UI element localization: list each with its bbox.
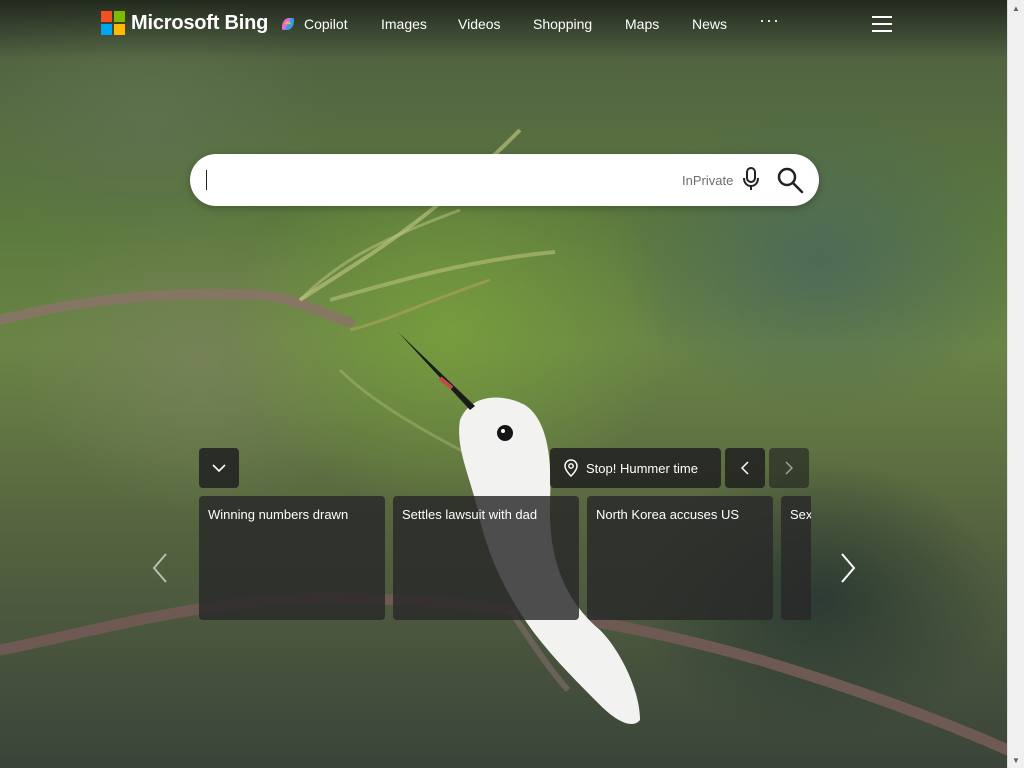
news-card-title: Settles lawsuit with dad xyxy=(402,507,538,522)
vertical-scrollbar[interactable]: ▲ ▼ xyxy=(1007,0,1024,768)
scroll-down-arrow-icon[interactable]: ▼ xyxy=(1008,752,1024,768)
carousel-next-icon[interactable] xyxy=(836,551,860,585)
more-options-icon[interactable]: ··· xyxy=(759,10,780,31)
news-card[interactable]: Winning numbers drawn xyxy=(199,496,385,620)
nav-maps[interactable]: Maps xyxy=(625,16,659,32)
nav-shopping[interactable]: Shopping xyxy=(533,16,592,32)
logo-text: Microsoft Bing xyxy=(131,11,269,34)
microsoft-logo-icon xyxy=(101,11,125,35)
previous-image-button[interactable] xyxy=(725,448,765,488)
inprivate-label: InPrivate xyxy=(682,173,734,188)
hamburger-menu-icon[interactable] xyxy=(872,16,892,32)
news-card-title: Sex xyxy=(790,507,811,522)
search-input[interactable] xyxy=(206,166,650,196)
image-of-day-caption[interactable]: Stop! Hummer time xyxy=(550,448,721,488)
top-header: Microsoft Bing Copilot Images Videos Sho… xyxy=(0,0,1008,48)
scroll-up-arrow-icon[interactable]: ▲ xyxy=(1008,0,1024,16)
text-cursor xyxy=(206,170,207,190)
chevron-left-icon xyxy=(741,461,749,475)
nav-news[interactable]: News xyxy=(692,16,727,32)
hummingbird-scene xyxy=(0,128,1008,756)
news-carousel: Winning numbers drawn Settles lawsuit wi… xyxy=(199,496,811,620)
news-card-title: Winning numbers drawn xyxy=(208,507,349,522)
image-caption-text: Stop! Hummer time xyxy=(586,460,698,476)
collapse-feed-button[interactable] xyxy=(199,448,239,488)
chevron-right-icon xyxy=(785,461,793,475)
chevron-down-icon xyxy=(212,464,226,472)
nav-copilot[interactable]: Copilot xyxy=(280,16,348,32)
news-card[interactable]: North Korea accuses US xyxy=(587,496,773,620)
microphone-icon[interactable] xyxy=(740,166,762,192)
news-card-title: North Korea accuses US xyxy=(596,507,740,522)
news-card[interactable]: Settles lawsuit with dad xyxy=(393,496,579,620)
carousel-previous-icon[interactable] xyxy=(148,551,172,585)
background-image xyxy=(0,0,1008,768)
bing-logo[interactable]: Microsoft Bing xyxy=(101,11,268,35)
search-icon[interactable] xyxy=(776,166,804,194)
news-card[interactable]: Sex xyxy=(781,496,811,620)
nav-images[interactable]: Images xyxy=(381,16,427,32)
next-image-button[interactable] xyxy=(769,448,809,488)
nav-copilot-label: Copilot xyxy=(304,16,348,32)
copilot-icon xyxy=(282,18,294,30)
nav-videos[interactable]: Videos xyxy=(458,16,501,32)
location-pin-icon xyxy=(564,459,578,477)
